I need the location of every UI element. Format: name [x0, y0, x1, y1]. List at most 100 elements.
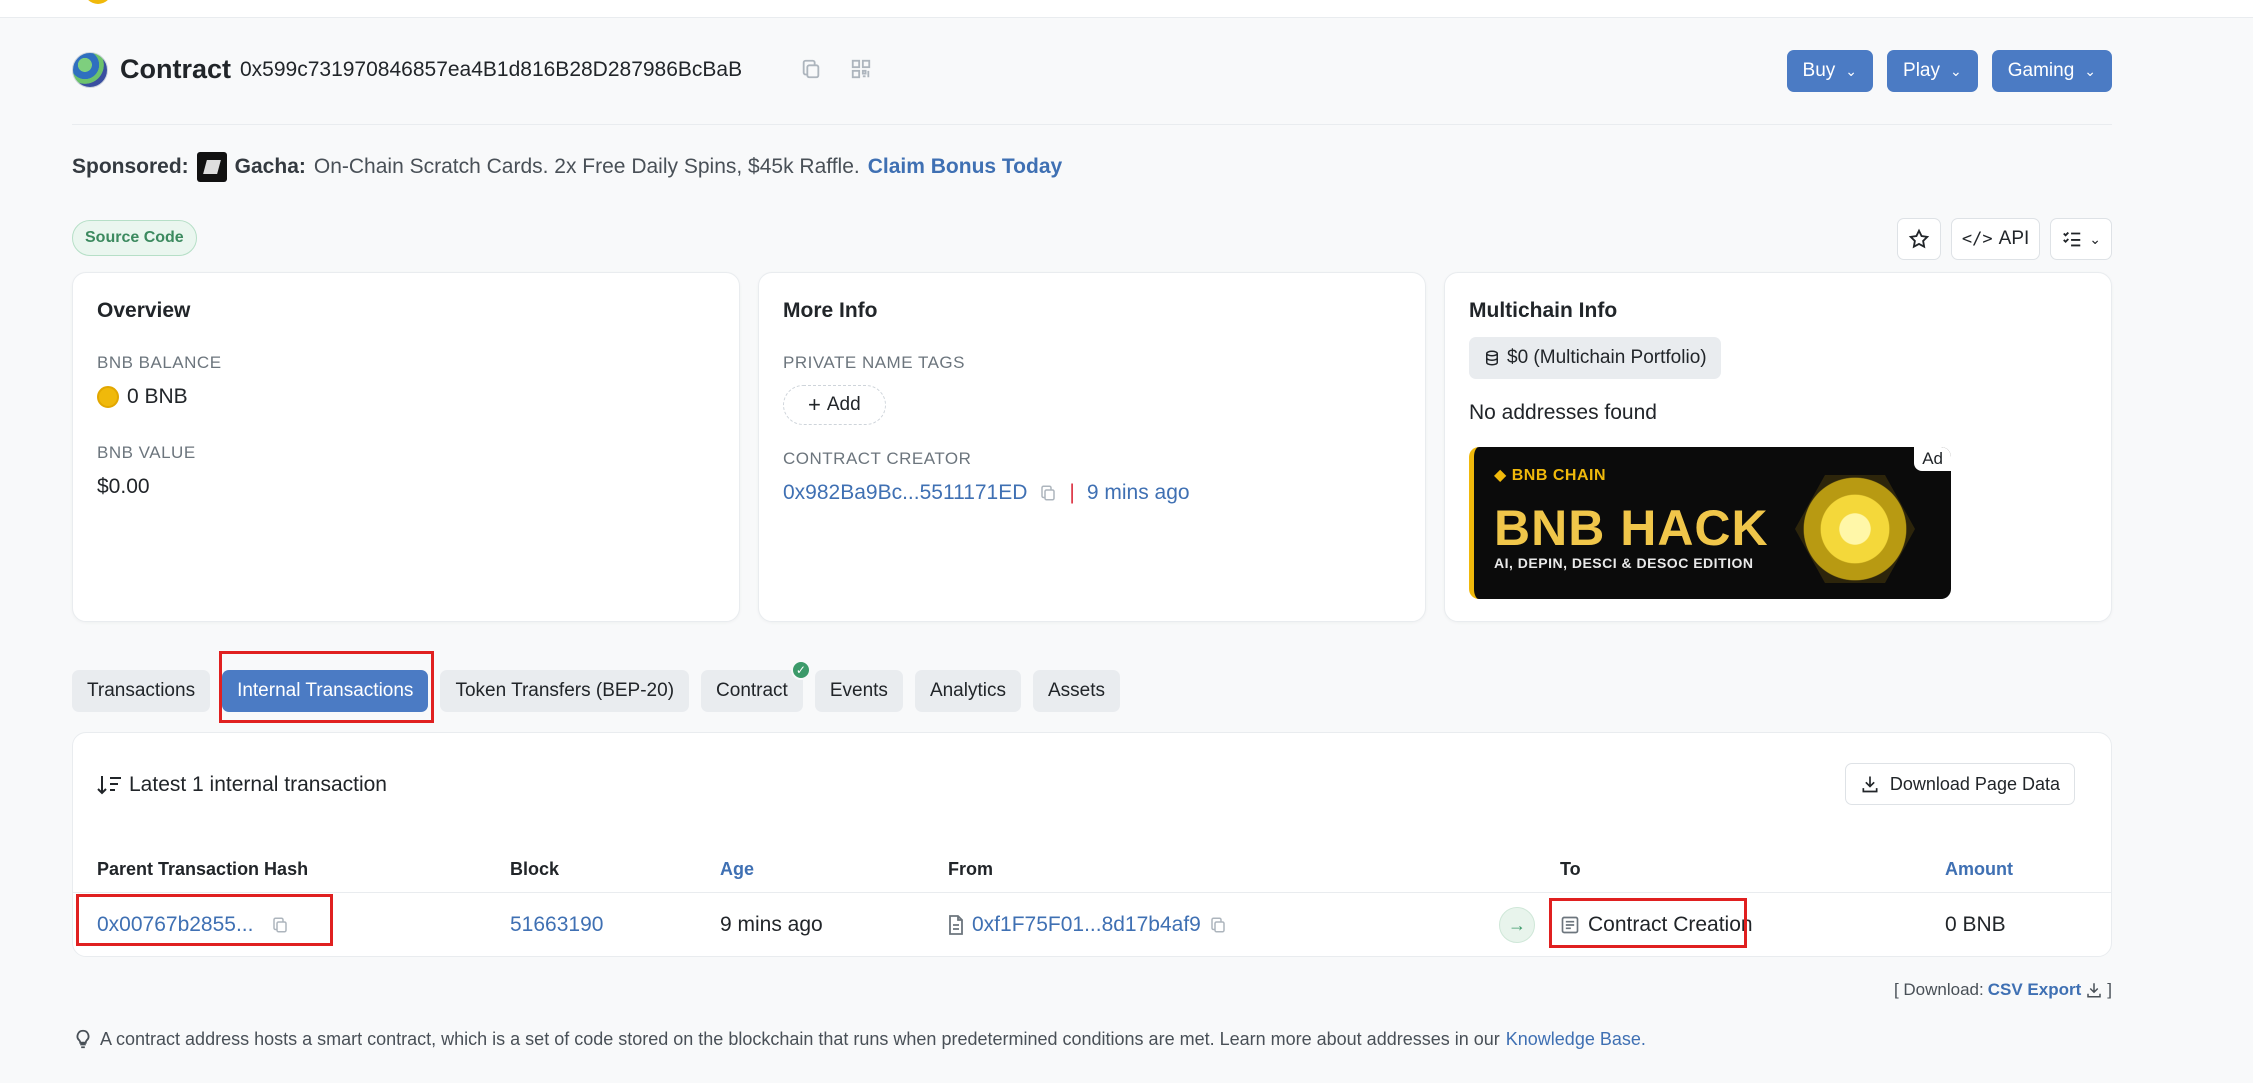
page-tools: </> API ⌄	[1896, 218, 2112, 260]
ad-chain-label: ◆ BNB CHAIN	[1494, 467, 1607, 484]
ad-headline: BNB HACK	[1494, 500, 1769, 556]
tab-events[interactable]: Events	[814, 670, 903, 712]
cell-from: 0xf1F75F01...8d17b4af9	[948, 913, 1227, 937]
gaming-button[interactable]: Gaming ⌄	[1991, 50, 2112, 92]
more-info-card: More Info PRIVATE NAME TAGS + Add CONTRA…	[758, 272, 1426, 622]
csv-download: [ Download: CSV Export ]	[1894, 980, 2112, 1000]
knowledge-base-link[interactable]: Knowledge Base.	[1506, 1029, 1646, 1050]
download-label: Download Page Data	[1889, 773, 2060, 794]
source-code-badge[interactable]: Source Code	[72, 220, 197, 256]
multichain-title: Multichain Info	[1469, 299, 1618, 322]
bnb-balance-label: BNB BALANCE	[97, 353, 222, 372]
contract-creator-label: CONTRACT CREATOR	[783, 449, 972, 468]
add-name-tag-button[interactable]: + Add	[783, 385, 886, 425]
arrow-right-icon: →	[1499, 907, 1535, 943]
csv-export-link[interactable]: CSV Export	[1988, 980, 2082, 1000]
bnb-hex-graphic-icon	[1795, 475, 1915, 583]
no-addresses-text: No addresses found	[1469, 401, 1657, 424]
tab-transactions[interactable]: Transactions	[72, 670, 211, 712]
col-amount[interactable]: Amount	[1945, 859, 2013, 880]
sponsored-label: Sponsored:	[72, 155, 189, 178]
cell-amount: 0 BNB	[1945, 913, 2006, 936]
site-logo-icon[interactable]	[84, 0, 112, 4]
copy-icon[interactable]	[1039, 483, 1057, 503]
overview-card: Overview BNB BALANCE 0 BNB BNB VALUE $0.…	[72, 272, 740, 622]
plus-icon: +	[808, 392, 821, 417]
latest-summary: Latest 1 internal transaction	[97, 773, 387, 797]
qr-code-icon[interactable]	[850, 58, 872, 80]
contract-avatar-icon	[72, 52, 108, 88]
sort-descending-icon	[97, 776, 121, 795]
multichain-info-card: Multichain Info $0 (Multichain Portfolio…	[1444, 272, 2112, 622]
tab-assets[interactable]: Assets	[1032, 670, 1120, 712]
add-label: Add	[826, 394, 861, 415]
highlight-box-tab	[219, 651, 434, 723]
more-info-title: More Info	[783, 299, 878, 322]
star-icon	[1908, 228, 1930, 249]
page-header: Contract 0x599c731970846857ea4B1d816B28D…	[72, 50, 2112, 140]
internal-transactions-panel: Latest 1 internal transaction Download P…	[72, 732, 2112, 957]
gacha-logo-icon	[196, 152, 227, 182]
tab-analytics[interactable]: Analytics	[914, 670, 1021, 712]
col-from: From	[948, 859, 993, 879]
chevron-down-icon: ⌄	[1845, 62, 1858, 79]
coins-icon	[1486, 350, 1498, 366]
cell-block: 51663190	[510, 913, 603, 937]
creator-address-link[interactable]: 0x982Ba9Bc...5511171ED	[783, 481, 1027, 505]
table-header: Parent Transaction Hash Block Age From T…	[73, 851, 2111, 893]
tab-contract-label: Contract	[716, 680, 788, 701]
divider	[72, 124, 2112, 125]
cell-age: 9 mins ago	[720, 913, 823, 936]
bnb-icon	[97, 386, 119, 408]
sponsor-cta-link[interactable]: Claim Bonus Today	[868, 155, 1062, 179]
creation-tx-age-link[interactable]: 9 mins ago	[1087, 481, 1190, 505]
contract-creator: 0x982Ba9Bc...5511171ED | 9 mins ago	[783, 481, 1190, 505]
chevron-down-icon: ⌄	[2084, 62, 2096, 79]
contract-file-icon	[949, 915, 963, 935]
footnote: A contract address hosts a smart contrac…	[72, 1028, 1646, 1050]
download-suffix: ]	[2107, 980, 2112, 999]
page-title: Contract	[120, 54, 232, 84]
highlight-box-to	[1549, 898, 1747, 948]
bnb-value: $0.00	[97, 475, 150, 498]
api-label: API	[1998, 228, 2030, 249]
more-options-button[interactable]: ⌄	[2050, 218, 2112, 260]
buy-button[interactable]: Buy ⌄	[1786, 50, 1874, 92]
col-block: Block	[510, 859, 560, 879]
header-buttons: Buy ⌄ Play ⌄ Gaming ⌄	[1786, 50, 2112, 92]
copy-icon[interactable]	[800, 58, 822, 80]
contract-address: 0x599c731970846857ea4B1d816B28D287986BcB…	[240, 58, 743, 81]
col-age[interactable]: Age	[720, 859, 754, 880]
chevron-down-icon: ⌄	[1950, 62, 1962, 79]
ad-tag: Ad	[1914, 447, 1951, 471]
tab-contract[interactable]: Contract ✓	[701, 660, 811, 712]
copy-icon[interactable]	[1209, 915, 1227, 935]
lightbulb-icon	[76, 1029, 90, 1049]
from-address-link[interactable]: 0xf1F75F01...8d17b4af9	[972, 913, 1201, 937]
portfolio-text: $0 (Multichain Portfolio)	[1507, 347, 1707, 368]
list-check-icon	[2063, 231, 2081, 247]
play-button[interactable]: Play ⌄	[1887, 50, 1978, 92]
col-parent-tx-hash: Parent Transaction Hash	[97, 859, 309, 879]
sponsor-brand: Gacha:	[234, 155, 306, 178]
bnb-hack-ad-banner[interactable]: ◆ BNB CHAIN BNB HACK AI, DEPIN, DESCI & …	[1469, 447, 1951, 599]
code-icon: </>	[1961, 229, 1993, 249]
latest-text: Latest 1 internal transaction	[129, 773, 387, 796]
highlight-box-hash	[76, 894, 333, 946]
private-name-tags-label: PRIVATE NAME TAGS	[783, 353, 965, 372]
sponsor-text: On-Chain Scratch Cards. 2x Free Daily Sp…	[313, 155, 860, 178]
overview-title: Overview	[97, 299, 191, 322]
tab-token-transfers[interactable]: Token Transfers (BEP-20)	[440, 670, 690, 712]
block-link[interactable]: 51663190	[510, 913, 603, 937]
top-navbar	[0, 0, 2253, 18]
col-to: To	[1560, 859, 1581, 879]
api-button[interactable]: </> API	[1950, 218, 2041, 260]
chevron-down-icon: ⌄	[2089, 230, 2101, 247]
favorite-button[interactable]	[1896, 218, 1941, 260]
download-icon	[1862, 776, 1878, 793]
sponsored-banner: Sponsored: Gacha: On-Chain Scratch Cards…	[72, 152, 1062, 182]
ad-subtitle: AI, DEPIN, DESCI & DESOC EDITION	[1494, 555, 1754, 571]
download-page-data-button[interactable]: Download Page Data	[1844, 763, 2075, 805]
multichain-portfolio-button[interactable]: $0 (Multichain Portfolio)	[1469, 337, 1721, 379]
download-prefix: [ Download:	[1893, 980, 1984, 999]
